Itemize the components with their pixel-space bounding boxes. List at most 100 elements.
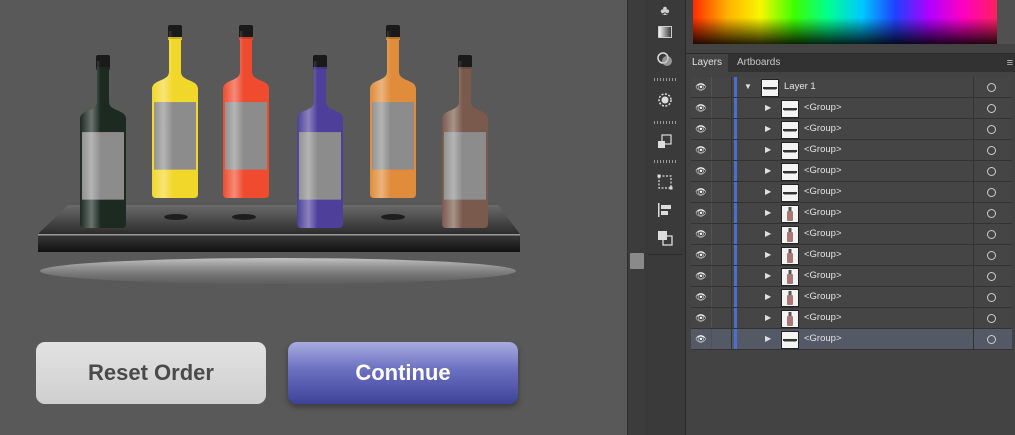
export-asset-icon[interactable]	[655, 132, 675, 152]
group-row[interactable]: 👁 ▶ <Group>	[691, 161, 1012, 182]
group-row[interactable]: 👁 ▶ <Group>	[691, 308, 1012, 329]
canvas-scrollbar[interactable]	[627, 0, 646, 435]
layer-thumbnail	[781, 184, 799, 202]
expand-triangle-icon[interactable]: ▶	[765, 266, 771, 286]
artboard-canvas[interactable]: Reset Order Continue	[0, 0, 627, 435]
lock-toggle[interactable]	[711, 266, 732, 286]
layer-thumbnail	[781, 121, 799, 139]
visibility-eye-icon[interactable]: 👁	[691, 203, 712, 223]
align-icon[interactable]	[655, 200, 675, 220]
transparency-icon[interactable]	[655, 49, 675, 69]
target-circle-icon[interactable]	[973, 329, 1009, 349]
visibility-eye-icon[interactable]: 👁	[691, 224, 712, 244]
visibility-eye-icon[interactable]: 👁	[691, 161, 712, 181]
lock-toggle[interactable]	[711, 161, 732, 181]
layer-color-bar	[734, 308, 737, 328]
lock-toggle[interactable]	[711, 119, 732, 139]
lock-toggle[interactable]	[711, 140, 732, 160]
target-circle-icon[interactable]	[973, 119, 1009, 139]
target-circle-icon[interactable]	[973, 224, 1009, 244]
expand-triangle-icon[interactable]: ▶	[765, 224, 771, 244]
panel-grip[interactable]	[654, 160, 676, 163]
target-circle-icon[interactable]	[973, 161, 1009, 181]
club-symbol-icon[interactable]: ♣	[655, 0, 675, 20]
target-circle-icon[interactable]	[973, 266, 1009, 286]
target-circle-icon[interactable]	[973, 182, 1009, 202]
expand-triangle-icon[interactable]: ▶	[765, 245, 771, 265]
color-spectrum[interactable]	[693, 0, 997, 44]
expand-triangle-icon[interactable]: ▶	[765, 140, 771, 160]
visibility-eye-icon[interactable]: 👁	[691, 119, 712, 139]
tab-layers[interactable]: Layers	[686, 54, 729, 72]
transform-icon[interactable]	[655, 172, 675, 192]
group-name: <Group>	[804, 102, 842, 113]
visibility-eye-icon[interactable]: 👁	[691, 287, 712, 307]
group-row[interactable]: 👁 ▶ <Group>	[691, 182, 1012, 203]
yellow-bottle[interactable]	[152, 25, 198, 198]
target-circle-icon[interactable]	[973, 77, 1009, 97]
group-row[interactable]: 👁 ▶ <Group>	[691, 203, 1012, 224]
lock-toggle[interactable]	[711, 182, 732, 202]
red-bottle[interactable]	[223, 25, 269, 198]
expand-triangle-icon[interactable]: ▶	[765, 98, 771, 118]
panel-menu-icon[interactable]: ≡	[1007, 57, 1013, 69]
layer-row[interactable]: 👁 ▼ Layer 1	[691, 77, 1012, 98]
visibility-eye-icon[interactable]: 👁	[691, 140, 712, 160]
collapse-triangle-icon[interactable]: ▼	[744, 77, 752, 97]
shelf-reflection	[40, 258, 516, 284]
expand-triangle-icon[interactable]: ▶	[765, 119, 771, 139]
visibility-eye-icon[interactable]: 👁	[691, 98, 712, 118]
group-row[interactable]: 👁 ▶ <Group>	[691, 140, 1012, 161]
lock-toggle[interactable]	[711, 77, 732, 97]
target-circle-icon[interactable]	[973, 140, 1009, 160]
purple-bottle[interactable]	[297, 55, 343, 228]
lock-toggle[interactable]	[711, 308, 732, 328]
reset-order-button[interactable]: Reset Order	[36, 342, 266, 404]
tab-artboards[interactable]: Artboards	[731, 54, 786, 72]
expand-triangle-icon[interactable]: ▶	[765, 287, 771, 307]
bottles-group	[80, 25, 488, 228]
pathfinder-icon[interactable]	[655, 228, 675, 248]
visibility-eye-icon[interactable]: 👁	[691, 266, 712, 286]
group-row[interactable]: 👁 ▶ <Group>	[691, 245, 1012, 266]
gradient-icon[interactable]	[655, 22, 675, 42]
brown-bottle[interactable]	[442, 55, 488, 228]
target-circle-icon[interactable]	[973, 287, 1009, 307]
panel-grip[interactable]	[654, 78, 676, 81]
lock-toggle[interactable]	[711, 245, 732, 265]
target-circle-icon[interactable]	[973, 245, 1009, 265]
appearance-icon[interactable]	[655, 90, 675, 110]
visibility-eye-icon[interactable]: 👁	[691, 77, 712, 97]
target-circle-icon[interactable]	[973, 308, 1009, 328]
group-row[interactable]: 👁 ▶ <Group>	[691, 224, 1012, 245]
group-row[interactable]: 👁 ▶ <Group>	[691, 98, 1012, 119]
color-spectrum-side	[997, 0, 1015, 44]
target-circle-icon[interactable]	[973, 203, 1009, 223]
dark-green-bottle[interactable]	[80, 55, 126, 228]
visibility-eye-icon[interactable]: 👁	[691, 329, 712, 349]
target-circle-icon[interactable]	[973, 98, 1009, 118]
lock-toggle[interactable]	[711, 287, 732, 307]
visibility-eye-icon[interactable]: 👁	[691, 182, 712, 202]
scrollbar-thumb[interactable]	[630, 253, 644, 269]
panel-grip[interactable]	[654, 121, 676, 124]
expand-triangle-icon[interactable]: ▶	[765, 308, 771, 328]
lock-toggle[interactable]	[711, 329, 732, 349]
lock-toggle[interactable]	[711, 98, 732, 118]
orange-bottle[interactable]	[370, 25, 416, 198]
visibility-eye-icon[interactable]: 👁	[691, 245, 712, 265]
group-row[interactable]: 👁 ▶ <Group>	[691, 266, 1012, 287]
continue-button[interactable]: Continue	[288, 342, 518, 404]
expand-triangle-icon[interactable]: ▶	[765, 203, 771, 223]
right-panels: Layers Artboards ≡ 👁 ▼ Layer 1 👁 ▶ <Group> 👁 ▶ <…	[686, 0, 1015, 435]
expand-triangle-icon[interactable]: ▶	[765, 329, 771, 349]
layer-color-bar	[734, 203, 737, 223]
expand-triangle-icon[interactable]: ▶	[765, 161, 771, 181]
group-row[interactable]: 👁 ▶ <Group>	[691, 287, 1012, 308]
group-row[interactable]: 👁 ▶ <Group>	[691, 329, 1012, 350]
expand-triangle-icon[interactable]: ▶	[765, 182, 771, 202]
lock-toggle[interactable]	[711, 224, 732, 244]
visibility-eye-icon[interactable]: 👁	[691, 308, 712, 328]
lock-toggle[interactable]	[711, 203, 732, 223]
group-row[interactable]: 👁 ▶ <Group>	[691, 119, 1012, 140]
